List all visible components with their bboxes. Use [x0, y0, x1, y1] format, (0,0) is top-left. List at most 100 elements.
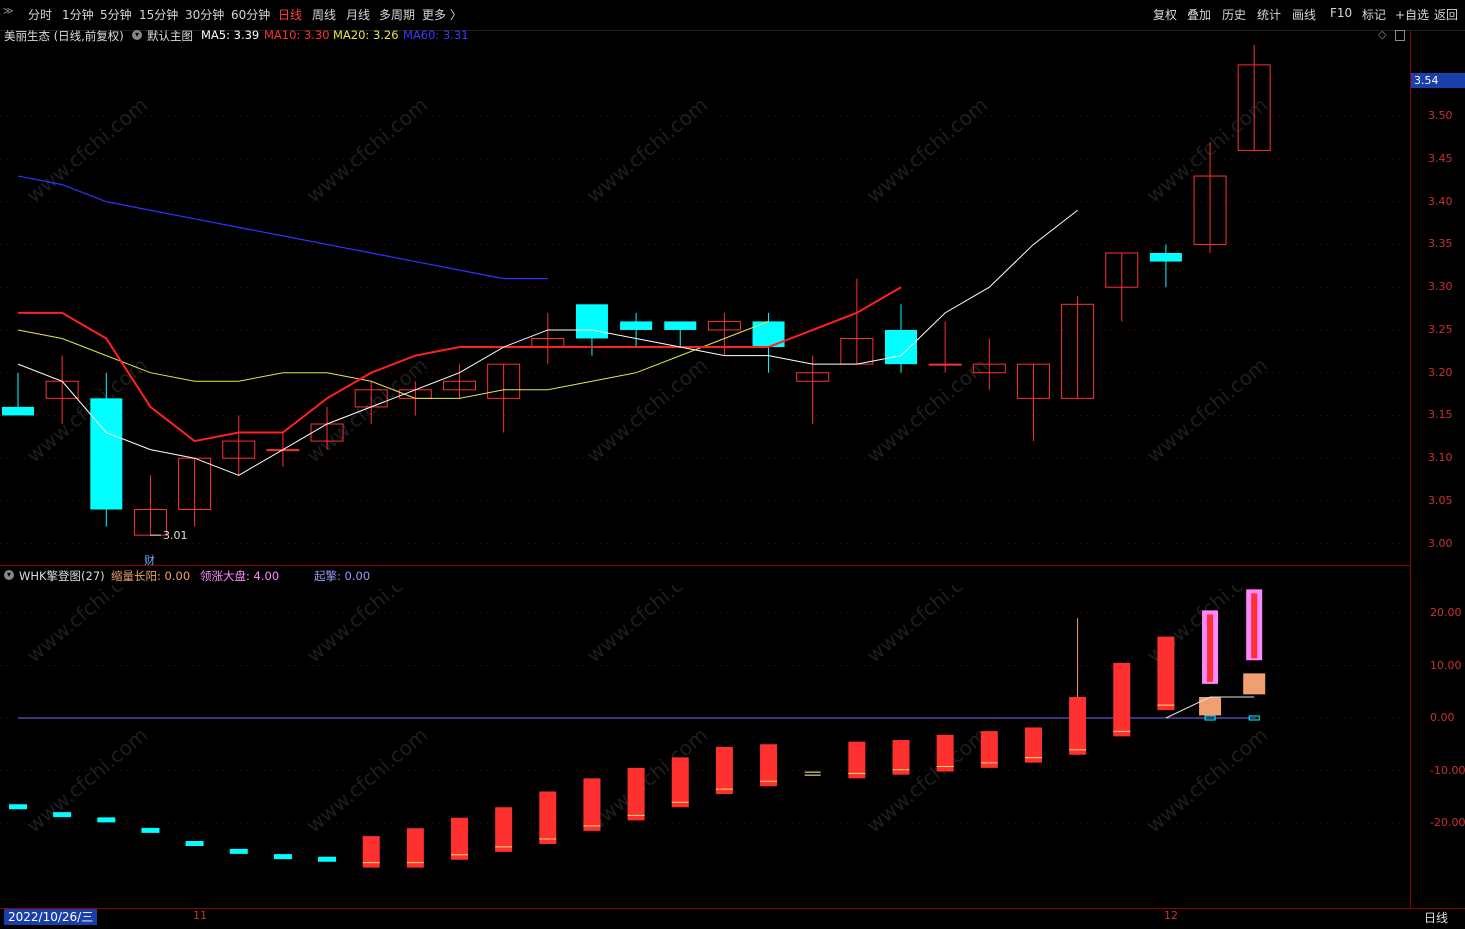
back-button[interactable]: 返回 [1434, 6, 1458, 23]
watermark-text: www.cfchi.com [862, 93, 992, 208]
price-tick-label: 3.50 [1428, 109, 1453, 123]
template-name[interactable]: 默认主图 [147, 28, 193, 44]
month-label-11: 11 [193, 909, 207, 922]
indicator-name[interactable]: WHK擎登图(27) [19, 568, 105, 584]
price-tick-label: 3.20 [1428, 365, 1453, 379]
price-tick-label: 3.40 [1428, 194, 1453, 208]
indicator-value-2: 领涨大盘: 4.00 [200, 569, 280, 583]
fuquan-button[interactable]: 复权 [1153, 6, 1177, 23]
indicator-orange-block [1199, 697, 1222, 716]
indicator-tick-label: 10.00 [1430, 658, 1462, 672]
indicator-cyan-bar [141, 827, 160, 833]
main-info-bar: 美丽生态 (日线,前复权) ▾ 默认主图 MA5: 3.39 MA10: 3.3… [0, 28, 1410, 44]
candle-body-down [1149, 253, 1182, 262]
window-icon[interactable] [1395, 30, 1405, 41]
indicator-red-bar [539, 791, 557, 844]
price-tick-label: 3.30 [1428, 280, 1453, 294]
candle-body-up [928, 363, 962, 366]
price-axis-line [1410, 30, 1411, 908]
watermark-text: www.cfchi.com [302, 723, 432, 838]
price-tick-label: 3.35 [1428, 237, 1453, 251]
draw-button[interactable]: 画线 [1292, 6, 1316, 23]
watermark-text: www.cfchi.com [302, 353, 432, 468]
tab-1min[interactable]: 1分钟 [62, 6, 94, 23]
tab-monthly[interactable]: 月线 [346, 6, 370, 23]
watermark-text: www.cfchi.com [582, 723, 712, 838]
date-axis [0, 908, 1465, 929]
chevron-down-icon[interactable]: ▾ [4, 570, 14, 580]
candle-body-down [664, 321, 697, 330]
indicator-red-bar [715, 746, 733, 795]
price-tick-label: 3.25 [1428, 322, 1453, 336]
stats-button[interactable]: 统计 [1257, 6, 1281, 23]
price-tick-label: 3.45 [1428, 151, 1453, 165]
indicator-red-bar [1113, 662, 1131, 737]
price-tick-label: 3.15 [1428, 408, 1453, 422]
candle-body-down [90, 398, 123, 510]
candle-body-down [2, 406, 34, 416]
indicator-cyan-bar [97, 817, 116, 823]
indicator-chart[interactable]: www.cfchi.com www.cfchi.com www.cfchi.com w… [0, 585, 1410, 907]
candle-body-down [575, 304, 608, 339]
indicator-cyan-bar [229, 848, 248, 854]
candle-body-down [620, 321, 653, 330]
price-tick-label: 3.00 [1428, 536, 1453, 550]
tab-15min[interactable]: 15分钟 [139, 6, 178, 23]
indicator-red-bar [406, 828, 424, 868]
indicator-red-bar [760, 744, 778, 787]
high-price-label: 3.59 [1266, 45, 1291, 46]
tab-multi-period[interactable]: 多周期 [379, 6, 415, 23]
indicator-cyan-bar [53, 812, 72, 818]
indicator-value-3: 起擎: 0.00 [314, 569, 371, 583]
watermark-text: www.cfchi.com [1142, 723, 1272, 838]
ma5-value: MA5: 3.39 [201, 28, 260, 42]
period-indicator[interactable]: 日线 [1424, 909, 1448, 926]
indicator-red-bar [583, 778, 601, 831]
diamond-icon[interactable]: ◇ [1378, 28, 1386, 41]
menu-toggle-icon[interactable]: ≫ [3, 6, 17, 20]
indicator-red-bar [627, 767, 645, 821]
sub-info-bar: ▾ WHK擎登图(27) 缩量长阳: 0.00 领涨大盘: 4.00 起擎: 0… [0, 568, 1410, 584]
watermark-text: www.cfchi.com [22, 723, 152, 838]
watermark-text: www.cfchi.com [22, 93, 152, 208]
mark-button[interactable]: 标记 [1362, 6, 1386, 23]
candle-body-down [885, 329, 917, 365]
tab-more[interactable]: 更多 〉 [422, 6, 462, 23]
indicator-red-bar [671, 757, 689, 808]
watermark-text: www.cfchi.com [862, 723, 992, 838]
period-toolbar: ≫ 分时 1分钟 5分钟 15分钟 30分钟 60分钟 日线 周线 月线 多周期… [0, 0, 1465, 31]
indicator-cyan-bar [318, 856, 337, 862]
tab-60min[interactable]: 60分钟 [231, 6, 270, 23]
history-button[interactable]: 历史 [1222, 6, 1246, 23]
price-tick-label: 3.05 [1428, 493, 1453, 507]
watermark-text: www.cfchi.com [1142, 353, 1272, 468]
watermark-text: www.cfchi.com [862, 585, 992, 667]
finance-event-label: 财 [144, 553, 155, 565]
tab-daily[interactable]: 日线 [278, 6, 302, 23]
indicator-cyan-bar [273, 854, 292, 860]
indicator-tick-label: -20.00 [1430, 816, 1465, 829]
tab-weekly[interactable]: 周线 [312, 6, 336, 23]
f10-button[interactable]: F10 [1330, 6, 1352, 20]
add-watchlist-button[interactable]: +自选 [1395, 6, 1429, 23]
indicator-red-bar [1157, 636, 1175, 711]
indicator-orange-block [1243, 673, 1266, 695]
tab-5min[interactable]: 5分钟 [100, 6, 132, 23]
ma60-value: MA60: 3.31 [403, 28, 469, 42]
stock-title[interactable]: 美丽生态 (日线,前复权) [4, 28, 124, 44]
chevron-down-icon[interactable]: ▾ [132, 30, 142, 40]
current-price-tag: 3.54 [1411, 73, 1465, 88]
indicator-red-bar [980, 731, 998, 768]
overlay-button[interactable]: 叠加 [1187, 6, 1211, 23]
tab-fenshi[interactable]: 分时 [28, 6, 52, 23]
tab-30min[interactable]: 30分钟 [185, 6, 224, 23]
indicator-tick-label: -10.00 [1430, 763, 1465, 777]
indicator-tick-label: 20.00 [1430, 606, 1462, 619]
watermark-text: www.cfchi.com [22, 585, 152, 667]
ma10-value: MA10: 3.30 [264, 28, 330, 42]
candlestick-chart[interactable]: www.cfchi.com www.cfchi.com www.cfchi.com w… [0, 45, 1410, 565]
indicator-tick-label: 0.00 [1430, 711, 1455, 724]
indicator-red-core [1251, 593, 1258, 659]
indicator-red-bar [1069, 697, 1087, 755]
indicator-red-bar [495, 807, 513, 852]
